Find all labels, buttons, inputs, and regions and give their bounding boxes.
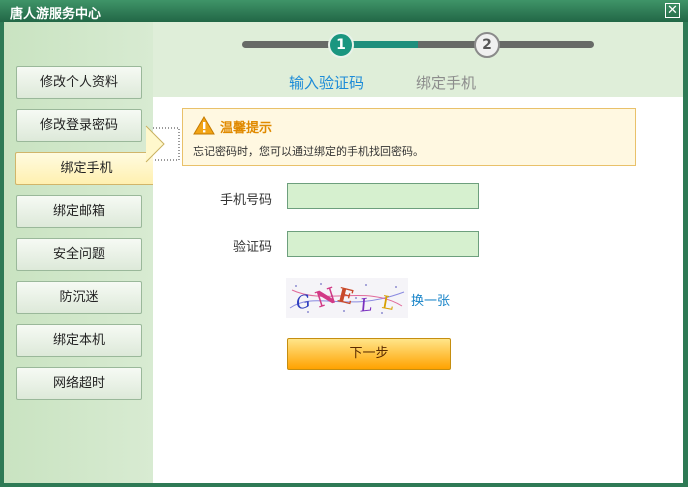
title-bar[interactable]: 唐人游服务中心 ✕: [0, 0, 688, 22]
sidebar-item-anti-addiction[interactable]: 防沉迷: [16, 281, 142, 314]
notice-title: 温馨提示: [220, 121, 273, 136]
code-label: 验证码: [233, 240, 273, 255]
step-2-marker: 2: [474, 32, 500, 58]
sidebar-item-security-question[interactable]: 安全问题: [16, 238, 142, 271]
sidebar-item-bind-device[interactable]: 绑定本机: [16, 324, 142, 357]
refresh-captcha-link[interactable]: 换一张: [411, 290, 450, 309]
window-title: 唐人游服务中心: [10, 7, 102, 22]
service-center-window: 唐人游服务中心 ✕ 修改个人资料 修改登录密码 绑定手机 绑定邮箱 安全问题 防…: [0, 0, 688, 487]
close-button[interactable]: ✕: [665, 3, 680, 18]
sidebar-item-edit-profile[interactable]: 修改个人资料: [16, 66, 142, 99]
captcha-char: L: [358, 294, 373, 316]
notice-text: 忘记密码时，您可以通过绑定的手机找回密码。: [193, 145, 424, 158]
close-icon: ✕: [667, 3, 678, 18]
sidebar-item-bind-phone[interactable]: 绑定手机: [15, 152, 157, 185]
step-1-marker: 1: [328, 32, 354, 58]
step-2-label: 绑定手机: [416, 74, 477, 92]
active-item-pointer: [145, 125, 180, 163]
phone-input[interactable]: [287, 183, 479, 209]
warning-icon: [193, 116, 215, 135]
sidebar-item-network-timeout[interactable]: 网络超时: [16, 367, 142, 400]
sidebar-item-change-password[interactable]: 修改登录密码: [16, 109, 142, 142]
notice-box: 温馨提示 忘记密码时，您可以通过绑定的手机找回密码。: [182, 108, 636, 166]
code-input[interactable]: [287, 231, 479, 257]
captcha-image[interactable]: G N E L L: [286, 278, 408, 318]
content-panel: 1 2 输入验证码 绑定手机 温馨提示 忘记密码时，您可以通过绑定的手机找回密码…: [153, 22, 683, 483]
sidebar-item-bind-email[interactable]: 绑定邮箱: [16, 195, 142, 228]
progress-track: [242, 41, 594, 48]
step-1-label: 输入验证码: [289, 74, 365, 92]
phone-label: 手机号码: [220, 193, 273, 208]
sidebar: 修改个人资料 修改登录密码 绑定手机 绑定邮箱 安全问题 防沉迷 绑定本机 网络…: [4, 22, 157, 483]
step-progress: 1 2 输入验证码 绑定手机: [153, 22, 683, 97]
next-step-button[interactable]: 下一步: [287, 338, 451, 370]
